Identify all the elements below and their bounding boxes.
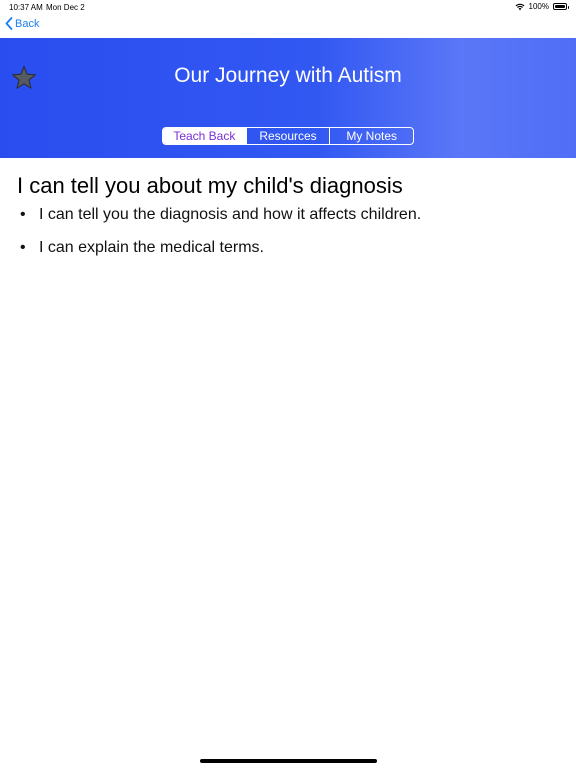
segmented-control: Teach Back Resources My Notes [162, 127, 414, 145]
list-item-text: I can tell you the diagnosis and how it … [39, 206, 422, 223]
header-banner: Our Journey with Autism Teach Back Resou… [0, 38, 576, 158]
battery-nub [567, 5, 569, 9]
tab-my-notes[interactable]: My Notes [329, 128, 413, 144]
status-bar: 10:37 AM Mon Dec 2 100% [0, 0, 576, 14]
bullet-dot: • [20, 239, 26, 256]
status-indicators: 100% [515, 2, 569, 11]
battery-icon [553, 3, 569, 10]
list-item: • I can explain the medical terms. [20, 239, 421, 259]
section-heading: I can tell you about my child's diagnosi… [17, 173, 403, 198]
tab-teach-back[interactable]: Teach Back [163, 128, 246, 144]
status-date: Mon Dec 2 [46, 3, 85, 12]
list-item: • I can tell you the diagnosis and how i… [20, 206, 421, 226]
page-title: Our Journey with Autism [174, 64, 402, 87]
status-time: 10:37 AM [9, 3, 43, 12]
list-item-text: I can explain the medical terms. [39, 239, 264, 256]
back-button[interactable]: Back [5, 17, 39, 30]
home-indicator[interactable] [200, 759, 377, 763]
tab-resources[interactable]: Resources [245, 128, 330, 144]
wifi-icon [515, 3, 525, 10]
back-label: Back [15, 17, 40, 30]
bullet-dot: • [20, 206, 26, 223]
battery-percent: 100% [528, 2, 549, 11]
bullet-list: • I can tell you the diagnosis and how i… [20, 206, 421, 272]
nav-bar: Back [0, 14, 576, 38]
chevron-left-icon [5, 17, 13, 30]
battery-fill [555, 5, 565, 8]
